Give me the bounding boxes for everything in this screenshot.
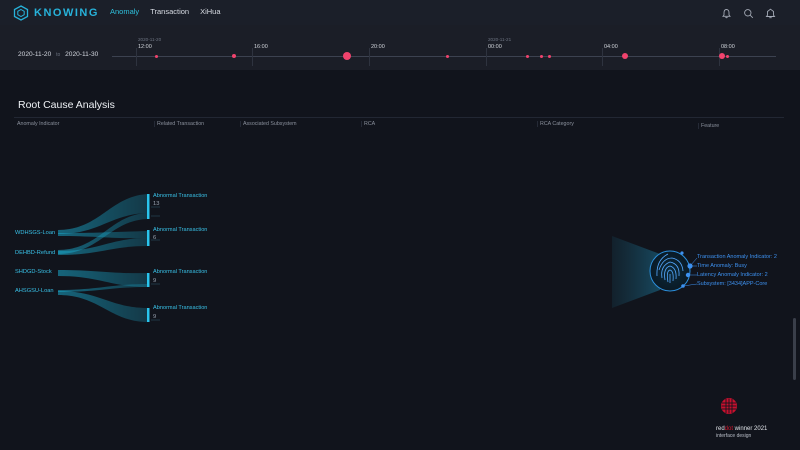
scrollbar-thumb[interactable]	[793, 318, 796, 380]
feature-item: Subsystem: [3434]APP-Core	[697, 281, 768, 287]
feature-item: Time Anomaly: Busy	[697, 263, 747, 269]
feature-graphic	[612, 236, 698, 308]
award-subtitle: interface design	[716, 433, 752, 439]
feature-connector	[689, 257, 698, 267]
award-title: reddot winner 2021	[716, 426, 768, 432]
award-badge: reddot winner 2021 interface design	[716, 396, 786, 439]
feature-node	[680, 251, 684, 255]
feature-item: Transaction Anomaly Indicator: 2	[697, 254, 777, 260]
red-dot-logo-icon	[721, 398, 737, 414]
feature-item: Latency Anomaly Indicator: 2	[697, 272, 768, 278]
